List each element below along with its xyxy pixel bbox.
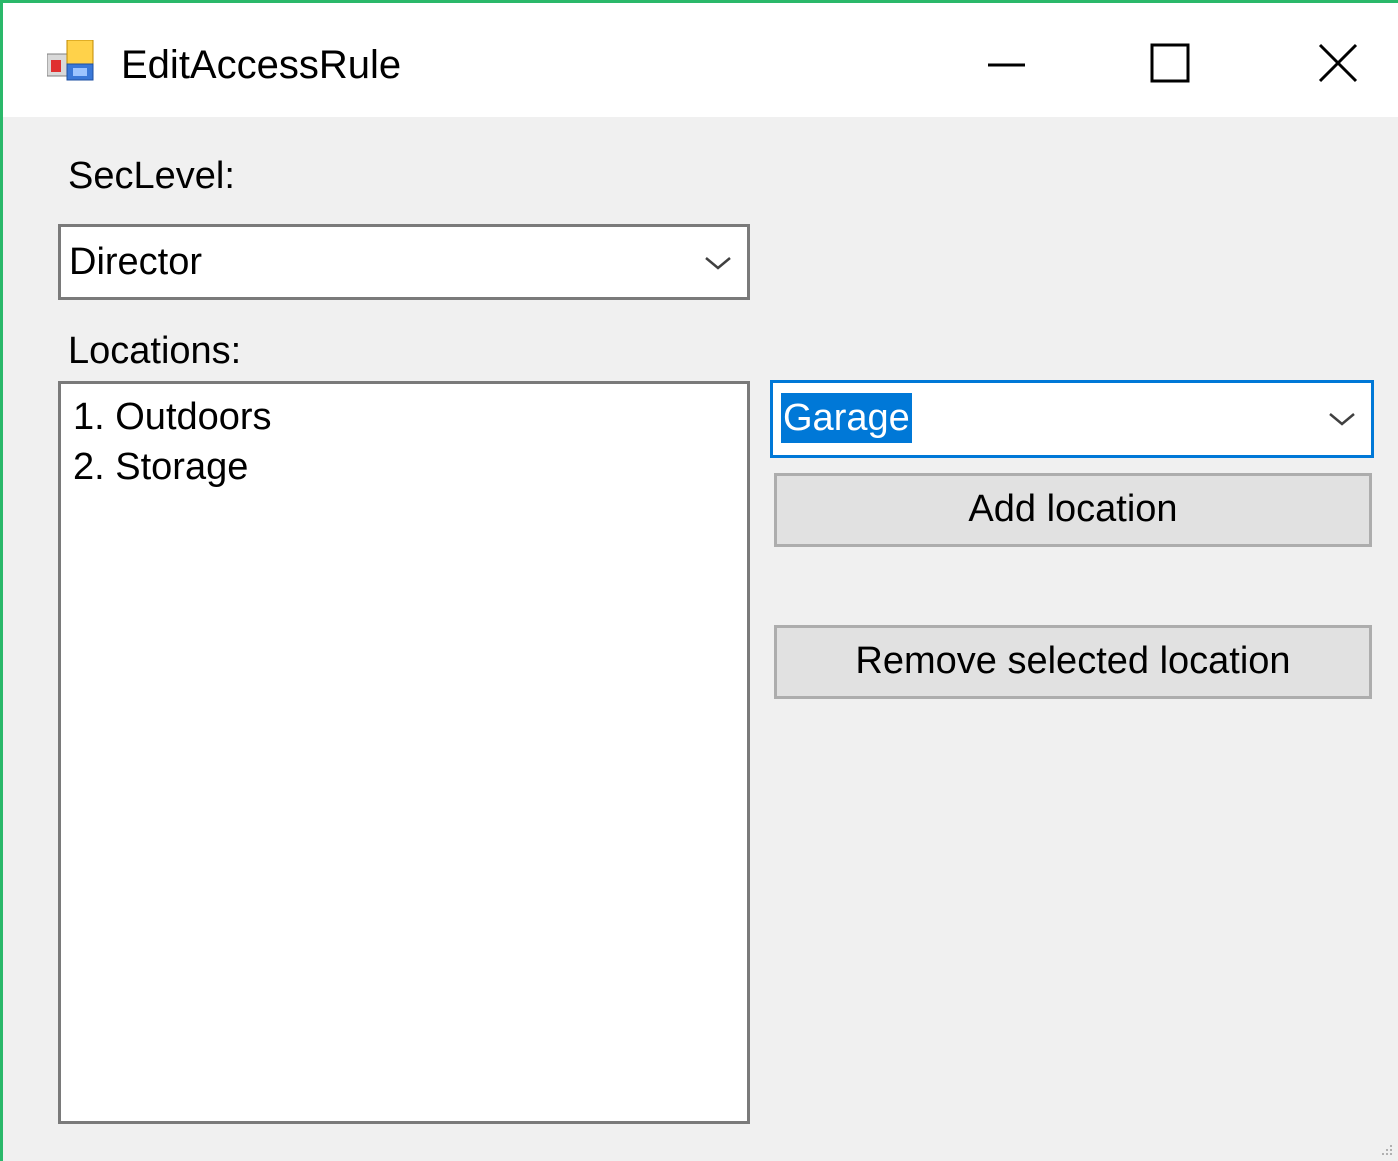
app-icon: [47, 40, 94, 81]
seclevel-combobox[interactable]: Director: [58, 224, 750, 300]
chevron-down-icon[interactable]: [703, 253, 733, 273]
locations-listbox[interactable]: 1. Outdoors 2. Storage: [58, 381, 750, 1124]
location-selected-value[interactable]: Garage: [781, 393, 912, 443]
title-bar[interactable]: EditAccessRule: [3, 3, 1398, 117]
window-title: EditAccessRule: [121, 43, 402, 87]
maximize-icon: [1150, 43, 1190, 83]
edit-access-rule-window: EditAccessRule SecLevel: Director Locati…: [0, 0, 1398, 1161]
locations-label: Locations:: [68, 330, 242, 372]
close-icon: [1318, 43, 1358, 83]
list-item[interactable]: 2. Storage: [61, 442, 747, 492]
locations-list: 1. Outdoors 2. Storage: [61, 384, 747, 492]
minimize-button[interactable]: [953, 23, 1063, 103]
maximize-button[interactable]: [1113, 23, 1223, 103]
chevron-down-icon[interactable]: [1327, 409, 1357, 429]
seclevel-selected-value: Director: [69, 241, 203, 283]
close-button[interactable]: [1278, 23, 1388, 103]
location-combobox[interactable]: Garage: [770, 380, 1374, 458]
add-location-button[interactable]: Add location: [774, 473, 1372, 547]
seclevel-label: SecLevel:: [68, 155, 235, 197]
minimize-icon: [988, 63, 1025, 67]
resize-grip-icon[interactable]: [1378, 1141, 1394, 1157]
list-item[interactable]: 1. Outdoors: [61, 392, 747, 442]
remove-selected-location-button[interactable]: Remove selected location: [774, 625, 1372, 699]
